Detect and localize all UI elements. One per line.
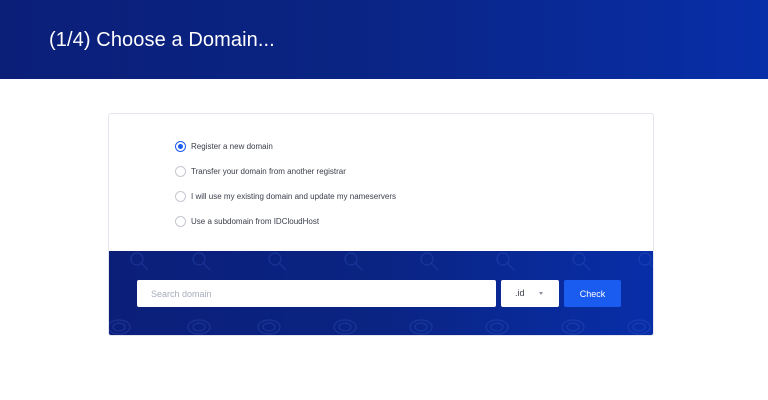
- search-domain-input[interactable]: [137, 280, 496, 307]
- option-existing-label: I will use my existing domain and update…: [191, 191, 396, 201]
- option-subdomain-label: Use a subdomain from IDCloudHost: [191, 216, 320, 226]
- option-transfer[interactable]: Transfer your domain from another regist…: [175, 164, 475, 178]
- page-header: (1/4) Choose a Domain...: [0, 0, 768, 79]
- tld-select[interactable]: .id: [501, 280, 559, 307]
- option-register-label: Register a new domain: [191, 141, 273, 151]
- option-register[interactable]: Register a new domain: [175, 139, 475, 153]
- tld-value: .id: [515, 288, 525, 298]
- page-title: (1/4) Choose a Domain...: [49, 29, 275, 51]
- radio-existing[interactable]: [175, 190, 186, 202]
- radio-subdomain[interactable]: [175, 215, 186, 227]
- option-transfer-label: Transfer your domain from another regist…: [191, 166, 346, 176]
- option-subdomain[interactable]: Use a subdomain from IDCloudHost: [175, 214, 475, 228]
- radio-register[interactable]: [175, 140, 186, 152]
- check-button[interactable]: Check: [564, 280, 621, 307]
- search-band: .id Check: [109, 251, 653, 335]
- option-existing[interactable]: I will use my existing domain and update…: [175, 189, 475, 203]
- chevron-down-icon: [539, 292, 543, 295]
- domain-card: Register a new domain Transfer your doma…: [108, 113, 654, 336]
- radio-transfer[interactable]: [175, 165, 186, 177]
